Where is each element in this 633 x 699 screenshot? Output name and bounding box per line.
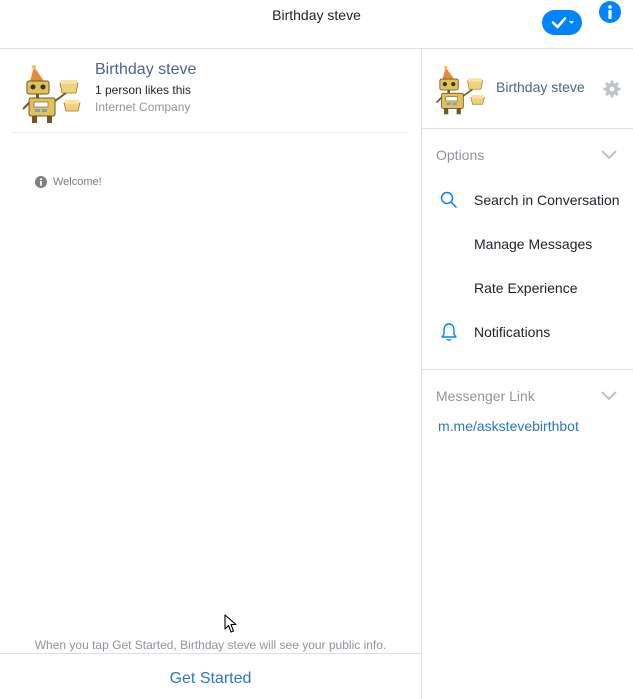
page-likes: 1 person likes this [95,83,192,97]
info-panel-name[interactable]: Birthday steve [496,79,585,95]
option-label: Notifications [474,324,551,340]
info-icon [608,5,612,19]
info-icon [35,176,47,188]
check-icon [551,17,574,29]
mouse-cursor-icon [224,614,237,633]
get-started-button[interactable]: Get Started [0,670,421,688]
settings-button[interactable] [603,80,621,98]
option-notifications[interactable]: Notifications [422,318,633,346]
page-category: Internet Company [95,100,191,114]
info-panel: Birthday steve Options Search in Convers… [422,49,633,699]
info-panel-header: Birthday steve [422,49,633,129]
option-label: Rate Experience [474,280,578,296]
conversation-title: Birthday steve [272,7,361,23]
page-name[interactable]: Birthday steve [95,61,196,79]
robot-avatar-icon [435,65,485,115]
chevron-down-icon [601,391,617,401]
bell-icon [441,323,457,341]
messenger-link-section-header[interactable]: Messenger Link [422,386,633,408]
option-label: Search in Conversation [474,192,620,208]
get-started-bar: Get Started [0,653,421,699]
option-rate-experience[interactable]: Rate Experience [422,274,633,302]
page-card: Birthday steve 1 person likes this Inter… [12,49,408,133]
search-icon [440,191,457,208]
gear-icon [603,80,621,98]
info-button[interactable] [599,1,621,23]
welcome-text: Welcome! [53,176,102,188]
header-bar: Birthday steve [0,0,633,49]
avatar[interactable] [20,63,82,125]
messenger-link[interactable]: m.me/askstevebirthbot [438,418,579,434]
robot-avatar-icon [22,65,81,123]
option-manage-messages[interactable]: Manage Messages [422,230,633,258]
conversation-pane: Birthday steve 1 person likes this Inter… [0,49,421,699]
status-toggle-button[interactable] [542,10,582,35]
chevron-down-icon [601,150,617,160]
avatar[interactable] [434,64,486,116]
section-divider [422,369,633,370]
messenger-link-label: Messenger Link [436,388,535,404]
option-search-in-conversation[interactable]: Search in Conversation [422,186,633,214]
option-label: Manage Messages [474,236,593,252]
options-label: Options [436,147,485,163]
public-info-notice: When you tap Get Started, Birthday steve… [34,638,387,652]
options-section-header[interactable]: Options [422,145,633,167]
